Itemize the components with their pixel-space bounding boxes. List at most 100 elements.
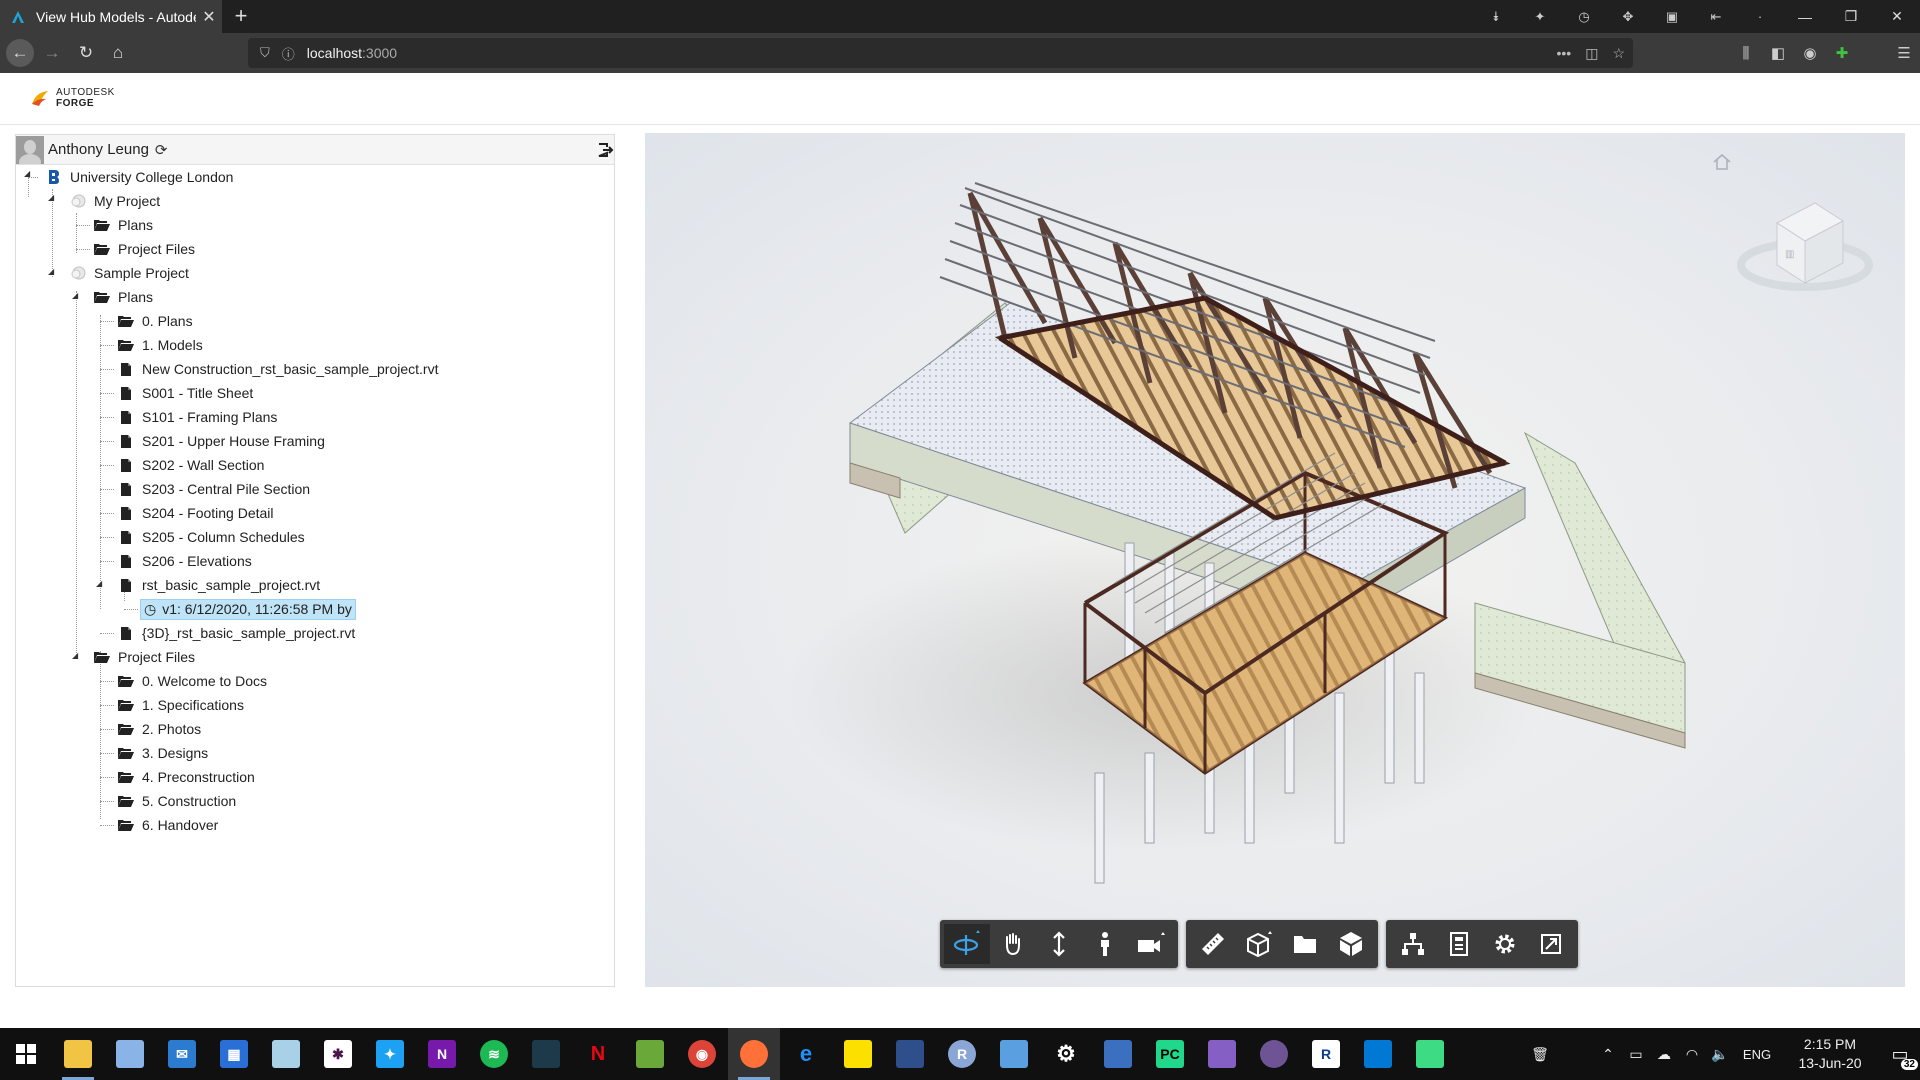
refresh-icon[interactable]: ⟳ <box>155 141 168 159</box>
extension-icon[interactable]: ✦ <box>1518 9 1562 25</box>
account-icon[interactable]: ◉ <box>1794 44 1826 62</box>
tray-chevron-icon[interactable]: ⌃ <box>1594 1046 1622 1063</box>
language-indicator[interactable]: ENG <box>1734 1047 1780 1062</box>
settings-app-icon[interactable]: ⚙ <box>1040 1028 1092 1080</box>
sticky-notes-icon[interactable] <box>832 1028 884 1080</box>
viewer-home-icon[interactable] <box>1711 151 1733 173</box>
viewcube-icon[interactable]: ▥ <box>1735 173 1875 313</box>
new-tab-button[interactable]: + <box>228 4 254 30</box>
extension-icon[interactable]: ✥ <box>1606 9 1650 25</box>
collapse-toggle-icon[interactable]: ◢ <box>72 291 78 300</box>
tree-node-folder[interactable]: 6. Handover <box>116 813 221 837</box>
mail-icon[interactable]: ✉ <box>156 1028 208 1080</box>
page-actions-icon[interactable]: ••• <box>1556 45 1571 61</box>
tree-node-file[interactable]: rst_basic_sample_project.rvt <box>116 573 323 597</box>
back-button[interactable]: ← <box>6 39 34 67</box>
tree-node-folder[interactable]: 4. Preconstruction <box>116 765 258 789</box>
menu-icon[interactable]: ☰ <box>1888 44 1920 62</box>
chrome-icon[interactable]: ◉ <box>676 1028 728 1080</box>
netflix-icon[interactable]: N <box>572 1028 624 1080</box>
visual-studio-icon[interactable] <box>1196 1028 1248 1080</box>
collapse-toggle-icon[interactable]: ◢ <box>72 651 78 660</box>
settings-button[interactable] <box>1482 924 1528 964</box>
vscode-icon[interactable] <box>1352 1028 1404 1080</box>
slack-icon[interactable]: ✱ <box>312 1028 364 1080</box>
android-studio-icon[interactable] <box>1404 1028 1456 1080</box>
tree-node-folder[interactable]: 2. Photos <box>116 717 204 741</box>
recycle-bin-icon[interactable]: 🗑 <box>1526 1046 1554 1063</box>
extension-icon[interactable]: ⯯ <box>1474 9 1518 25</box>
tree-node-folder[interactable]: Project Files <box>92 645 198 669</box>
pocket-icon[interactable]: ◫ <box>1585 45 1598 62</box>
forward-button[interactable]: → <box>38 39 66 67</box>
close-tab-icon[interactable]: ✕ <box>196 7 222 27</box>
reload-button[interactable]: ↻ <box>72 39 100 67</box>
tree-node-folder[interactable]: Project Files <box>92 237 198 261</box>
tree-node-hub[interactable]: University College London <box>44 165 236 189</box>
tree-node-folder[interactable]: 0. Plans <box>116 309 196 333</box>
tree-node-project[interactable]: My Project <box>68 189 163 213</box>
fullscreen-button[interactable] <box>1528 924 1574 964</box>
onedrive-icon[interactable]: ☁ <box>1650 1046 1678 1063</box>
revit-icon[interactable]: R <box>1300 1028 1352 1080</box>
logout-icon[interactable] <box>596 141 614 159</box>
home-button[interactable]: ⌂ <box>104 39 132 67</box>
extension-icon[interactable]: ▣ <box>1650 9 1694 25</box>
sticky-notes-app-icon[interactable] <box>260 1028 312 1080</box>
section-button[interactable] <box>1236 924 1282 964</box>
tree-node-file[interactable]: S101 - Framing Plans <box>116 405 280 429</box>
extension-icon[interactable]: ⇤ <box>1694 9 1738 25</box>
notification-button[interactable]: ▭ 32 <box>1880 1028 1920 1080</box>
tree-node-folder[interactable]: 1. Specifications <box>116 693 247 717</box>
onenote-icon[interactable]: N <box>416 1028 468 1080</box>
model-browser-button[interactable] <box>1328 924 1374 964</box>
clock[interactable]: 2:15 PM 13-Jun-20 <box>1780 1035 1880 1073</box>
tree-node-file[interactable]: S205 - Column Schedules <box>116 525 308 549</box>
bookmark-star-icon[interactable]: ☆ <box>1612 45 1625 62</box>
pdf-app-icon[interactable] <box>104 1028 156 1080</box>
collapse-toggle-icon[interactable]: ◢ <box>24 169 30 178</box>
collapse-toggle-icon[interactable]: ◢ <box>48 193 54 202</box>
zoom-button[interactable] <box>1036 924 1082 964</box>
tree-node-folder[interactable]: 1. Models <box>116 333 206 357</box>
layers-app-icon[interactable] <box>624 1028 676 1080</box>
volume-icon[interactable]: 🔈 <box>1706 1046 1734 1063</box>
tree-node-folder[interactable]: 5. Construction <box>116 789 239 813</box>
tree-node-version[interactable]: ◷ v1: 6/12/2020, 11:26:58 PM by <box>140 597 356 621</box>
camera-button[interactable] <box>1128 924 1174 964</box>
start-button[interactable] <box>0 1028 52 1080</box>
explode-button[interactable] <box>1282 924 1328 964</box>
extension-icon[interactable]: ◷ <box>1562 9 1606 25</box>
tree-node-file[interactable]: New Construction_rst_basic_sample_projec… <box>116 357 441 381</box>
file-explorer-icon[interactable] <box>52 1028 104 1080</box>
calendar-icon[interactable]: ▦ <box>208 1028 260 1080</box>
url-bar[interactable]: ⛉ ⓘ localhost:3000 ••• ◫ ☆ <box>248 38 1633 68</box>
building-model-3d[interactable] <box>645 133 1905 987</box>
properties-button[interactable] <box>1436 924 1482 964</box>
shield-icon[interactable]: ⛉ <box>260 45 270 61</box>
sidebar-icon[interactable]: ◧ <box>1762 44 1794 62</box>
tree-node-folder[interactable]: Plans <box>92 213 156 237</box>
library-icon[interactable]: ⫼ <box>1730 45 1762 62</box>
orbit-button[interactable] <box>944 924 990 964</box>
edge-icon[interactable]: e <box>780 1028 832 1080</box>
terminal-icon[interactable] <box>520 1028 572 1080</box>
tree-node-file[interactable]: S201 - Upper House Framing <box>116 429 328 453</box>
tree-node-file[interactable]: {3D}_rst_basic_sample_project.rvt <box>116 621 358 645</box>
remote-desktop-icon[interactable] <box>884 1028 936 1080</box>
tree-node-file[interactable]: S204 - Footing Detail <box>116 501 277 525</box>
browser-tab[interactable]: View Hub Models - Autodesk F ✕ <box>0 0 222 33</box>
r-icon[interactable]: R <box>936 1028 988 1080</box>
battery-icon[interactable]: ▭ <box>1622 1046 1650 1063</box>
spotify-icon[interactable]: ≋ <box>468 1028 520 1080</box>
structure-button[interactable] <box>1390 924 1436 964</box>
measure-button[interactable] <box>1190 924 1236 964</box>
tree-node-file[interactable]: S206 - Elevations <box>116 549 255 573</box>
twitter-icon[interactable]: ✦ <box>364 1028 416 1080</box>
forge-viewer[interactable]: ▥ <box>645 133 1905 987</box>
tree-node-project[interactable]: Sample Project <box>68 261 192 285</box>
tree-node-file[interactable]: S001 - Title Sheet <box>116 381 256 405</box>
tree-node-folder[interactable]: 0. Welcome to Docs <box>116 669 270 693</box>
pan-button[interactable] <box>990 924 1036 964</box>
tree-node-folder[interactable]: Plans <box>92 285 156 309</box>
